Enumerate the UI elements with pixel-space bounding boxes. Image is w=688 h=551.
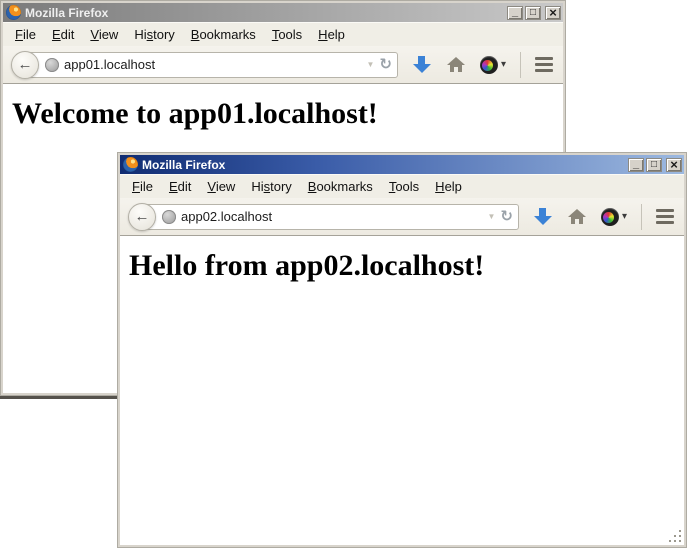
globe-icon — [162, 210, 176, 224]
caret-down-icon: ▾ — [622, 212, 627, 222]
close-button[interactable]: × — [666, 158, 682, 172]
menu-bar: File Edit View History Bookmarks Tools H… — [120, 174, 684, 198]
page-content: Hello from app02.localhost! — [120, 236, 684, 545]
download-icon — [418, 56, 425, 64]
history-dropdown-icon[interactable]: ▼ — [487, 212, 495, 221]
titlebar[interactable]: Mozilla Firefox _ □ × — [120, 155, 684, 174]
menu-button[interactable] — [535, 57, 553, 72]
maximize-button[interactable]: □ — [525, 6, 541, 20]
home-icon — [447, 57, 465, 65]
download-button[interactable] — [533, 208, 553, 225]
menu-item-edit[interactable]: Edit — [44, 25, 82, 44]
menu-button[interactable] — [656, 209, 674, 224]
maximize-button[interactable]: □ — [646, 158, 662, 172]
minimize-button[interactable]: _ — [507, 6, 523, 20]
back-arrow-icon: ← — [18, 57, 33, 72]
menu-item-help[interactable]: Help — [427, 177, 470, 196]
window-controls: _ □ × — [628, 158, 682, 172]
home-button[interactable] — [446, 57, 466, 72]
download-button[interactable] — [412, 56, 432, 73]
menu-item-bookmarks[interactable]: Bookmarks — [183, 25, 264, 44]
caret-down-icon: ▾ — [501, 60, 506, 70]
titlebar[interactable]: Mozilla Firefox _ □ × — [3, 3, 563, 22]
menu-item-history[interactable]: History — [243, 177, 299, 196]
history-dropdown-icon[interactable]: ▼ — [366, 60, 374, 69]
toolbar-separator — [641, 204, 642, 230]
color-wheel-icon — [601, 208, 619, 226]
window-title: Mozilla Firefox — [142, 158, 624, 172]
back-button[interactable]: ← — [11, 51, 39, 79]
url-bar[interactable]: ▼ ↻ — [142, 204, 519, 230]
menu-item-view[interactable]: View — [199, 177, 243, 196]
close-button[interactable]: × — [545, 6, 561, 20]
menu-item-bookmarks[interactable]: Bookmarks — [300, 177, 381, 196]
url-input[interactable] — [181, 209, 482, 224]
navigation-toolbar: ← ▼ ↻ ▾ — [120, 198, 684, 236]
download-icon — [539, 208, 546, 216]
window-title: Mozilla Firefox — [25, 6, 503, 20]
menu-bar: File Edit View History Bookmarks Tools H… — [3, 22, 563, 46]
page-heading: Welcome to app01.localhost! — [12, 97, 563, 131]
menu-item-view[interactable]: View — [82, 25, 126, 44]
menu-item-help[interactable]: Help — [310, 25, 353, 44]
home-button[interactable] — [567, 209, 587, 224]
page-heading: Hello from app02.localhost! — [129, 249, 684, 283]
reload-icon[interactable]: ↻ — [500, 209, 513, 224]
extension-button[interactable]: ▾ — [601, 208, 627, 226]
minimize-button[interactable]: _ — [628, 158, 644, 172]
home-icon — [568, 209, 586, 217]
reload-icon[interactable]: ↻ — [379, 57, 392, 72]
globe-icon — [45, 58, 59, 72]
menu-item-file[interactable]: File — [7, 25, 44, 44]
color-wheel-icon — [480, 56, 498, 74]
url-bar[interactable]: ▼ ↻ — [25, 52, 398, 78]
menu-item-tools[interactable]: Tools — [381, 177, 427, 196]
extension-button[interactable]: ▾ — [480, 56, 506, 74]
firefox-icon — [6, 5, 21, 20]
navigation-toolbar: ← ▼ ↻ ▾ — [3, 46, 563, 84]
toolbar-separator — [520, 52, 521, 78]
url-input[interactable] — [64, 57, 361, 72]
menu-item-tools[interactable]: Tools — [264, 25, 310, 44]
browser-window-app02: Mozilla Firefox _ □ × File Edit View His… — [117, 152, 687, 548]
firefox-icon — [123, 157, 138, 172]
menu-item-file[interactable]: File — [124, 177, 161, 196]
resize-grip[interactable] — [669, 530, 682, 543]
back-arrow-icon: ← — [135, 209, 150, 224]
back-button[interactable]: ← — [128, 203, 156, 231]
menu-item-edit[interactable]: Edit — [161, 177, 199, 196]
menu-item-history[interactable]: History — [126, 25, 182, 44]
window-controls: _ □ × — [507, 6, 561, 20]
